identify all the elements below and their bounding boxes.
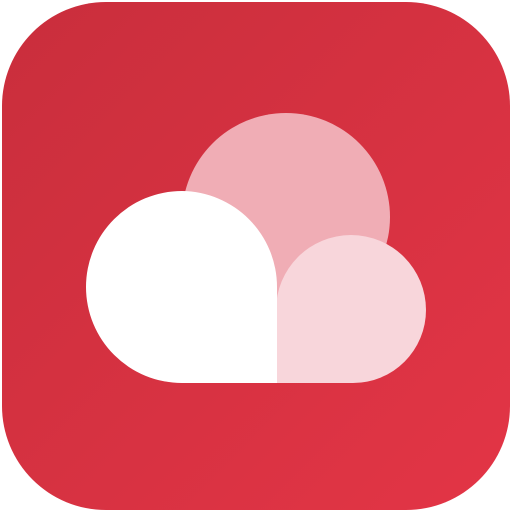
cloud-right-puff (276, 235, 426, 383)
cloud-front-puff (86, 191, 277, 383)
app-icon[interactable] (0, 0, 512, 512)
cloud-app-icon (2, 2, 510, 510)
